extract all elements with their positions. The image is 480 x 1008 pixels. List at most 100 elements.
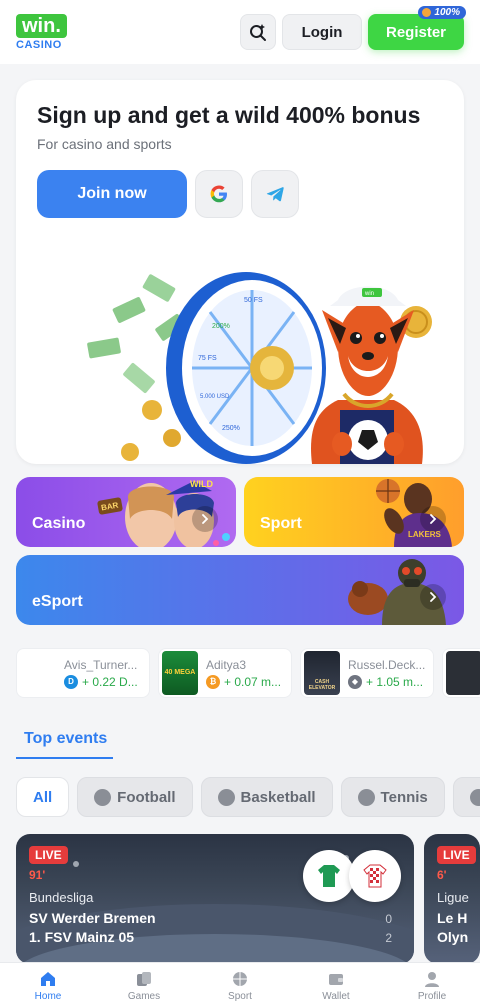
filter-chip-tennis[interactable]: Tennis — [340, 777, 445, 817]
search-button[interactable] — [240, 14, 276, 50]
bottom-navigation: Home Games Sport Wallet Profile — [0, 962, 480, 1008]
tennis-icon — [357, 788, 375, 806]
live-badge: LIVE — [29, 846, 68, 864]
wheel-segment-5: 250% — [222, 425, 240, 432]
login-button[interactable]: Login — [282, 14, 362, 50]
nav-label: Home — [34, 991, 62, 1002]
game-thumbnail — [446, 651, 480, 695]
chevron-right-icon — [420, 506, 446, 532]
filter-chip-label: All — [33, 788, 53, 806]
promo-title: Sign up and get a wild 400% bonus — [37, 102, 421, 128]
live-match-card[interactable]: LIVE 6' Ligue Le H Olyn — [424, 834, 480, 964]
recent-win-item[interactable]: Avis_Turner... D + 0.22 D... — [16, 648, 150, 698]
register-bonus-badge: 100% — [418, 6, 466, 19]
game-thumbnail — [20, 651, 56, 695]
top-header: win. CASINO Login Register 100% — [0, 0, 480, 64]
winner-name: Aditya3 — [206, 657, 247, 672]
nav-profile[interactable]: Profile — [384, 963, 480, 1008]
tab-underline — [16, 757, 113, 759]
sport-filter-chips: All Football Basketball Tennis — [16, 777, 480, 817]
logo-win-text: win. — [16, 13, 67, 38]
wheel-segment-1: 50 FS — [244, 297, 263, 304]
basketball-icon — [217, 788, 235, 806]
match-minute: 6' — [437, 868, 447, 882]
nav-label: Profile — [417, 991, 447, 1002]
home-team: SV Werder Bremen — [29, 910, 156, 926]
chevron-right-icon — [420, 584, 446, 610]
profile-icon — [422, 969, 442, 989]
fortune-wheel: 50 FS 200% 75 FS 5.000 USD 250% — [166, 272, 326, 464]
sport-tile-label: Sport — [260, 515, 302, 532]
header-actions: Login Register 100% — [240, 6, 466, 50]
telegram-icon — [266, 187, 284, 202]
coin-icon — [422, 8, 432, 17]
live-badge: LIVE — [437, 846, 476, 864]
nav-sport[interactable]: Sport — [192, 963, 288, 1008]
google-icon — [210, 185, 227, 203]
live-match-card[interactable]: LIVE 91' Bundesliga SV Werder Bremen 1. … — [16, 834, 414, 964]
bitcoin-icon: ₿ — [206, 674, 220, 689]
telegram-signup-button[interactable] — [251, 170, 299, 218]
category-sport-tile[interactable]: LAKERS Sport — [244, 477, 464, 547]
away-score: 2 — [385, 931, 392, 945]
nav-wallet[interactable]: Wallet — [288, 963, 384, 1008]
filter-chip-label: Tennis — [380, 788, 428, 806]
home-icon — [38, 969, 58, 989]
league-name: Ligue — [437, 890, 469, 905]
away-jersey-icon — [349, 850, 401, 902]
casino-tile-label: Casino — [32, 515, 86, 532]
nav-games[interactable]: Games — [96, 963, 192, 1008]
recent-win-item[interactable] — [442, 648, 480, 698]
wheel-segment-3: 75 FS — [198, 355, 217, 362]
filter-chip-label: Football — [117, 788, 176, 806]
logo-casino-text: CASINO — [16, 38, 62, 51]
game-thumbnail: CASH ELEVATOR — [304, 651, 340, 695]
thumbnail-game-name: 40 MEGA — [164, 669, 196, 676]
logo[interactable]: win. CASINO — [16, 13, 67, 51]
nav-label: Wallet — [322, 991, 350, 1002]
match-minute: 91' — [29, 868, 46, 882]
filter-chip-all[interactable]: All — [16, 777, 70, 817]
promo-illustration: 50 FS 200% 75 FS 5.000 USD 250% win — [87, 272, 432, 464]
category-esport-tile[interactable]: eSport — [16, 555, 464, 625]
nav-label: Sport — [228, 991, 252, 1002]
register-badge-text: 100% — [434, 7, 460, 18]
winner-name: Avis_Turner... — [64, 657, 138, 672]
ethereum-icon: ◆ — [348, 674, 362, 689]
category-casino-tile[interactable]: BAR WILD Casino — [16, 477, 236, 547]
filter-chip-more[interactable] — [452, 777, 480, 817]
win-amount: + 0.22 D... — [82, 674, 138, 689]
top-events-tab[interactable]: Top events — [24, 730, 107, 748]
game-thumbnail: 40 MEGA — [162, 651, 198, 695]
join-now-button[interactable]: Join now — [37, 170, 187, 218]
search-sparkle-icon — [250, 24, 266, 41]
winner-name: Russel.Deck... — [348, 657, 426, 672]
win-amount: + 0.07 m... — [224, 674, 282, 689]
cap-logo-text: win — [364, 291, 374, 297]
wheel-segment-4: 5.000 USD — [200, 394, 230, 400]
chevron-right-icon — [192, 506, 218, 532]
esport-tile-art — [348, 559, 446, 625]
signup-promo-card: Sign up and get a wild 400% bonus For ca… — [16, 80, 464, 464]
win-amount: + 1.05 m... — [366, 674, 424, 689]
sport-ball-icon — [230, 969, 250, 989]
wallet-icon — [326, 969, 346, 989]
away-team: 1. FSV Mainz 05 — [29, 929, 135, 945]
nav-home[interactable]: Home — [0, 963, 96, 1008]
register-button[interactable]: Register 100% — [368, 6, 466, 50]
recent-wins-strip[interactable]: Avis_Turner... D + 0.22 D... 40 MEGA Adi… — [16, 648, 480, 698]
home-team: Le H — [437, 910, 468, 926]
nav-label: Games — [127, 991, 161, 1002]
away-team: Olyn — [437, 929, 469, 945]
recent-win-item[interactable]: CASH ELEVATOR Russel.Deck... ◆ + 1.05 m.… — [300, 648, 434, 698]
filter-chip-basketball[interactable]: Basketball — [200, 777, 333, 817]
wild-symbol: WILD — [190, 479, 213, 489]
sport-icon — [469, 788, 480, 806]
google-signup-button[interactable] — [195, 170, 243, 218]
register-label: Register — [385, 23, 447, 41]
recent-win-item[interactable]: 40 MEGA Aditya3 ₿ + 0.07 m... — [158, 648, 292, 698]
home-score: 0 — [385, 912, 392, 926]
league-name: Bundesliga — [29, 890, 94, 905]
promo-subtitle: For casino and sports — [37, 136, 172, 152]
filter-chip-football[interactable]: Football — [77, 777, 193, 817]
